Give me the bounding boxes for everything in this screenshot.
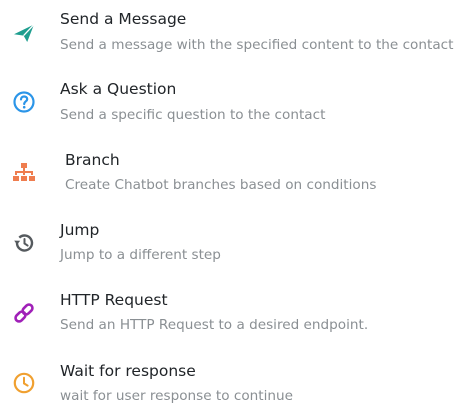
step-description: Send a specific question to the contact [60, 107, 326, 123]
clock-icon [12, 371, 36, 395]
step-http-request[interactable]: HTTP Request Send an HTTP Request to a d… [0, 282, 474, 348]
step-title: Branch [65, 151, 120, 169]
step-title: HTTP Request [60, 291, 168, 309]
step-title: Jump [60, 221, 100, 239]
step-wait-response[interactable]: Wait for response wait for user response… [0, 352, 474, 415]
step-ask-question[interactable]: Ask a Question Send a specific question … [0, 72, 474, 138]
step-branch[interactable]: Branch Create Chatbot branches based on … [0, 142, 474, 208]
step-description: Send an HTTP Request to a desired endpoi… [60, 317, 369, 333]
step-title: Send a Message [60, 10, 187, 28]
send-icon [12, 21, 36, 45]
step-title: Ask a Question [60, 80, 177, 98]
question-icon [12, 90, 36, 114]
history-icon [12, 231, 36, 255]
step-description: Create Chatbot branches based on conditi… [65, 177, 377, 193]
step-description: Jump to a different step [60, 247, 221, 263]
step-type-list: Send a Message Send a message with the s… [0, 0, 474, 415]
step-description: wait for user response to continue [60, 388, 293, 404]
branch-icon [12, 161, 36, 185]
step-send-message[interactable]: Send a Message Send a message with the s… [0, 2, 474, 68]
step-description: Send a message with the specified conten… [60, 37, 454, 53]
link-icon [12, 301, 36, 325]
step-jump[interactable]: Jump Jump to a different step [0, 212, 474, 278]
step-title: Wait for response [60, 362, 196, 380]
